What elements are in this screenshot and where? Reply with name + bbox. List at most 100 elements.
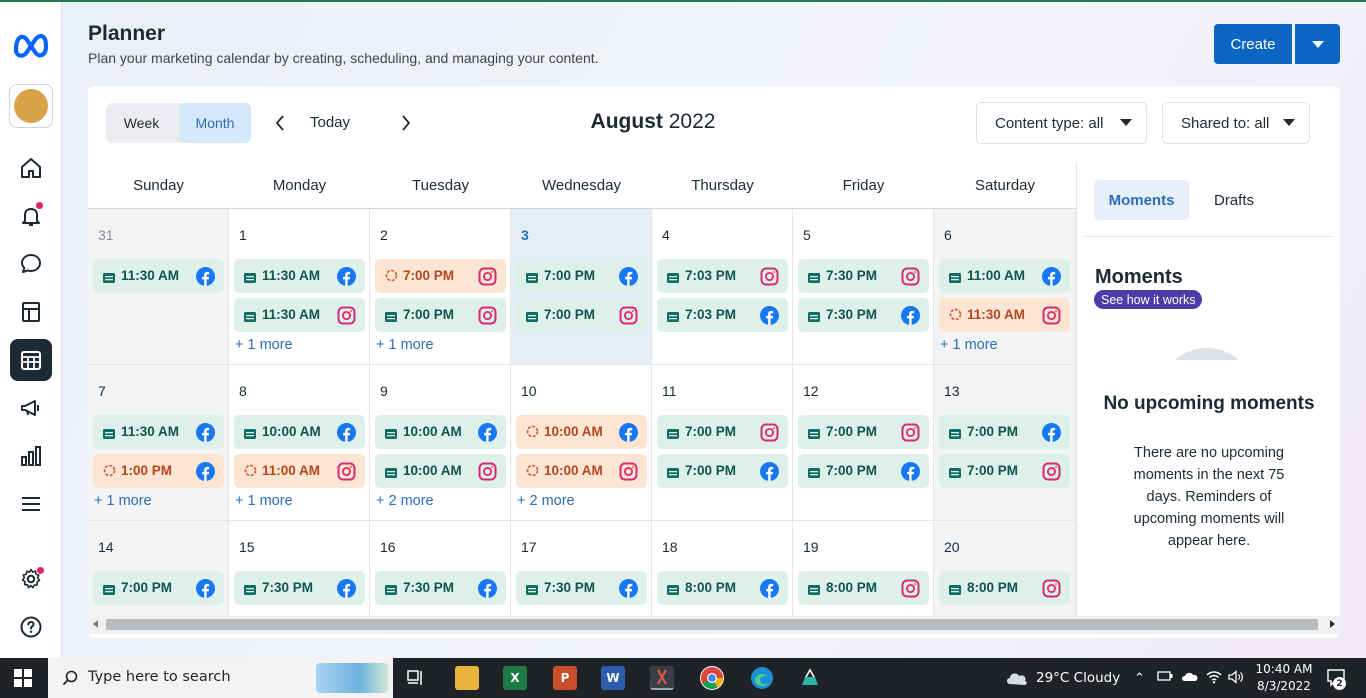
scheduled-post[interactable]: 8:00 PM [657,571,788,605]
scheduled-post[interactable]: 7:00 PM [516,259,647,293]
day-cell[interactable]: 11 7:00 PM 7:00 PM [652,365,793,521]
scheduled-post[interactable]: 10:00 AM [234,415,365,449]
store-app-icon[interactable] [798,666,822,690]
day-cell[interactable]: 2 7:00 PM 7:00 PM + 1 more [370,209,511,365]
wifi-icon[interactable] [1206,670,1222,688]
weather-readout[interactable]: 29°C Cloudy [1036,670,1120,686]
scheduled-post[interactable]: 11:30 AM [93,259,224,293]
scheduled-post[interactable]: 8:00 PM [939,571,1070,605]
shared-to-filter[interactable]: Shared to: all [1162,102,1310,144]
snipping-tool-icon[interactable] [650,666,674,690]
scheduled-post[interactable]: 7:30 PM [516,571,647,605]
powerpoint-icon[interactable]: P [553,666,577,690]
scheduled-post[interactable]: 11:00 AM [234,454,365,488]
task-view-icon[interactable] [404,666,428,690]
scheduled-post[interactable]: 11:30 AM [234,298,365,332]
previous-month-chevron-icon[interactable] [270,112,290,134]
day-cell[interactable]: 13 7:00 PM 7:00 PM [934,365,1076,521]
day-cell[interactable]: 4 7:03 PM 7:03 PM [652,209,793,365]
ads-megaphone-icon[interactable] [10,387,52,429]
day-cell[interactable]: 1 11:30 AM 11:30 AM + 1 more [229,209,370,365]
taskbar-search-box[interactable]: Type here to search [48,658,393,698]
scheduled-post[interactable]: 8:00 PM [798,571,929,605]
scheduled-post[interactable]: 7:30 PM [375,571,506,605]
scheduled-post[interactable]: 11:00 AM [939,259,1070,293]
day-cell[interactable]: 31 11:30 AM [88,209,229,365]
scheduled-post[interactable]: 7:00 PM [375,259,506,293]
day-cell[interactable]: 14 7:00 PM [88,521,229,622]
windows-start-icon[interactable] [14,669,32,687]
more-posts-link[interactable]: + 1 more [235,337,293,353]
scheduled-post[interactable]: 7:00 PM [939,454,1070,488]
chrome-icon[interactable] [700,666,724,690]
more-posts-link[interactable]: + 2 more [376,493,434,509]
day-cell[interactable]: 9 10:00 AM 10:00 AM + 2 more [370,365,511,521]
tab-drafts[interactable]: Drafts [1199,180,1269,220]
scheduled-post[interactable]: 10:00 AM [516,415,647,449]
next-month-chevron-icon[interactable] [396,112,416,134]
day-cell[interactable]: 16 7:30 PM [370,521,511,622]
scrollbar-thumb[interactable] [106,619,1318,630]
scroll-left-arrow-icon[interactable] [93,620,98,628]
inbox-chat-icon[interactable] [10,243,52,285]
day-cell[interactable]: 12 7:00 PM 7:00 PM [793,365,934,521]
more-posts-link[interactable]: + 2 more [517,493,575,509]
scheduled-post[interactable]: 7:00 PM [798,415,929,449]
day-cell[interactable]: 15 7:30 PM [229,521,370,622]
tab-moments[interactable]: Moments [1094,180,1189,220]
scroll-right-arrow-icon[interactable] [1330,620,1335,628]
scheduled-post[interactable]: 7:00 PM [93,571,224,605]
today-button[interactable]: Today [310,114,350,131]
day-cell[interactable]: 7 11:30 AM 1:00 PM + 1 more [88,365,229,521]
scheduled-post[interactable]: 10:00 AM [375,454,506,488]
day-cell[interactable]: 8 10:00 AM 11:00 AM + 1 more [229,365,370,521]
scheduled-post[interactable]: 7:30 PM [798,298,929,332]
settings-gear-icon[interactable] [10,558,52,600]
horizontal-scrollbar[interactable] [88,616,1340,634]
onedrive-cloud-icon[interactable] [1181,670,1199,686]
create-options-dropdown-button[interactable] [1295,24,1340,64]
scheduled-post[interactable]: 7:03 PM [657,259,788,293]
scheduled-post[interactable]: 10:00 AM [375,415,506,449]
content-type-filter[interactable]: Content type: all [976,102,1147,144]
word-icon[interactable]: W [601,666,625,690]
day-cell[interactable]: 6 11:00 AM 11:30 AM + 1 more [934,209,1076,365]
day-cell[interactable]: 10 10:00 AM 10:00 AM + 2 more [511,365,652,521]
all-tools-menu-icon[interactable] [10,483,52,525]
excel-icon[interactable]: X [503,666,527,690]
scheduled-post[interactable]: 11:30 AM [93,415,224,449]
home-icon[interactable] [10,147,52,189]
chevron-up-icon[interactable]: ⌃ [1134,671,1145,686]
more-posts-link[interactable]: + 1 more [376,337,434,353]
day-cell[interactable]: 19 8:00 PM [793,521,934,622]
create-button[interactable]: Create [1214,24,1292,64]
help-question-icon[interactable] [10,606,52,648]
content-library-icon[interactable] [10,291,52,333]
scheduled-post[interactable]: 11:30 AM [234,259,365,293]
see-how-it-works-link[interactable]: See how it works [1094,290,1203,309]
planner-calendar-icon[interactable] [10,339,52,381]
day-cell[interactable]: 17 7:30 PM [511,521,652,622]
more-posts-link[interactable]: + 1 more [94,493,152,509]
edge-icon[interactable] [750,666,774,690]
scheduled-post[interactable]: 7:00 PM [516,298,647,332]
scheduled-post[interactable]: 1:00 PM [93,454,224,488]
week-view-button[interactable]: Week [106,103,177,143]
day-cell[interactable]: 3 7:00 PM 7:00 PM [511,209,652,365]
scheduled-post[interactable]: 7:03 PM [657,298,788,332]
day-cell[interactable]: 18 8:00 PM [652,521,793,622]
scheduled-post[interactable]: 7:30 PM [234,571,365,605]
battery-icon[interactable] [1157,670,1173,686]
scheduled-post[interactable]: 11:30 AM [939,298,1070,332]
scheduled-post[interactable]: 7:00 PM [939,415,1070,449]
more-posts-link[interactable]: + 1 more [235,493,293,509]
month-view-button[interactable]: Month [179,103,251,143]
scheduled-post[interactable]: 7:00 PM [657,415,788,449]
file-explorer-icon[interactable] [455,666,479,690]
scheduled-post[interactable]: 7:30 PM [798,259,929,293]
page-avatar[interactable] [9,84,53,128]
more-posts-link[interactable]: + 1 more [940,337,998,353]
taskbar-clock[interactable]: 10:40 AM 8/3/2022 [1248,661,1320,695]
insights-bar-chart-icon[interactable] [10,435,52,477]
volume-icon[interactable] [1228,670,1244,688]
